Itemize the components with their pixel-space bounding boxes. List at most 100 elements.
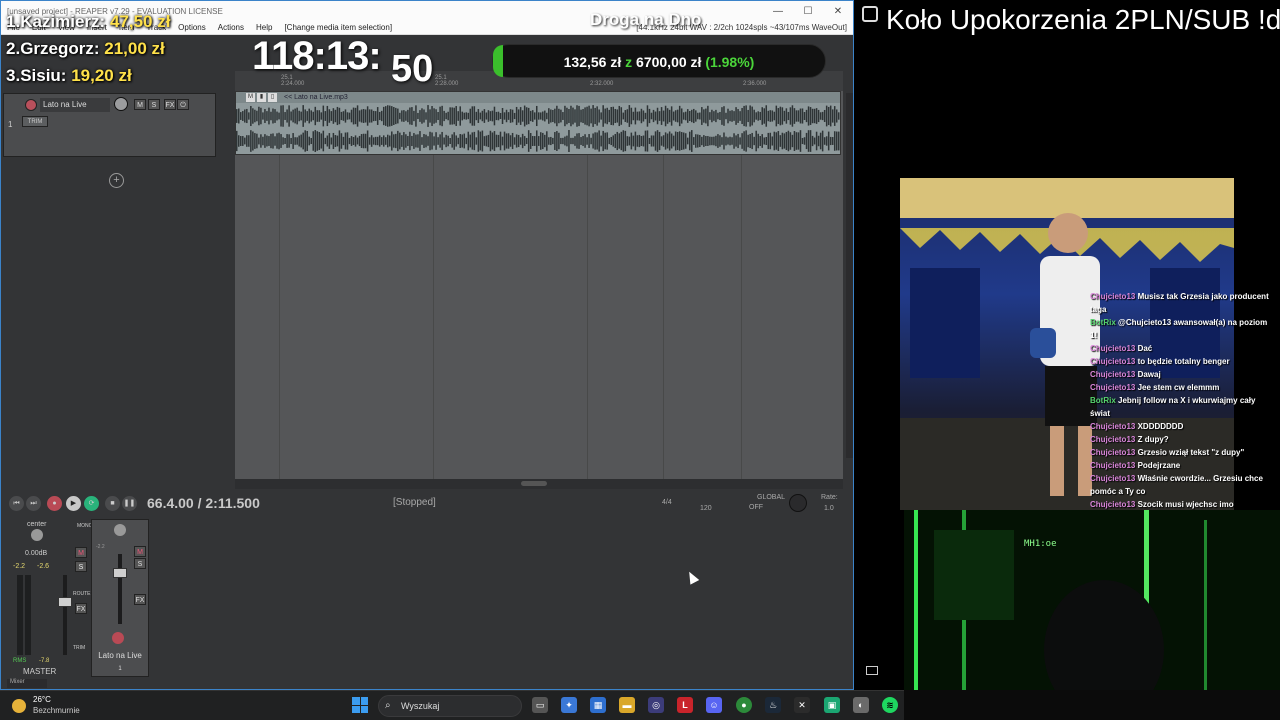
chat-username: Chujcieto13 — [1090, 344, 1136, 353]
chat-text: to będzie totalny benger — [1137, 357, 1230, 366]
spotify-icon[interactable]: ≋ — [882, 697, 898, 713]
time-signature[interactable]: 4/4 — [662, 499, 672, 506]
maximize-button[interactable]: ☐ — [793, 6, 823, 17]
time-display[interactable]: 66.4.00 / 2:11.500 — [147, 495, 260, 511]
strip-mute-button[interactable]: M — [134, 546, 146, 557]
strip-pan-knob[interactable] — [114, 524, 126, 536]
weather-moon-icon[interactable] — [12, 699, 26, 713]
chat-username: Chujcieto13 — [1090, 383, 1136, 392]
mute-button[interactable]: M — [134, 99, 146, 110]
horizontal-scrollbar[interactable] — [235, 479, 843, 489]
close-button[interactable]: ✕ — [823, 6, 853, 17]
fx-button[interactable]: FX — [164, 99, 176, 110]
record-button[interactable]: ● — [47, 496, 62, 511]
copilot-icon[interactable]: ✦ — [561, 697, 577, 713]
leaderboard-row: 3.Sisiu: 19,20 zł — [6, 66, 132, 85]
bpm-value[interactable]: 120 — [700, 505, 712, 512]
global-state[interactable]: OFF — [749, 504, 763, 511]
go-end-button[interactable]: ⏭ — [26, 496, 41, 511]
store-icon[interactable]: ▦ — [590, 697, 606, 713]
chat-username: Chujcieto13 — [1090, 357, 1136, 366]
chat-text: Podejrzane — [1137, 461, 1181, 470]
ruler-tick: 2:32.000 — [590, 81, 614, 87]
wheel-banner: Koło Upokorzenia 2PLN/SUB !dno — [886, 4, 1280, 35]
trim-label[interactable]: TRIM — [73, 645, 85, 651]
search-placeholder: Wyszukaj — [401, 701, 440, 711]
arrange-view[interactable]: 25.1 2:24.000 25.1 2:28.000 2:32.000 2:3… — [235, 71, 843, 479]
meter-right — [25, 575, 31, 655]
minimize-button[interactable]: — — [763, 6, 793, 17]
stop-button[interactable]: ■ — [105, 496, 120, 511]
master-fader[interactable] — [58, 597, 72, 607]
item-fx-icon[interactable]: ▯ — [268, 93, 277, 102]
strip-solo-button[interactable]: S — [134, 558, 146, 569]
master-mute-button[interactable]: M — [75, 547, 87, 558]
track-name-field[interactable]: Lato na Live — [40, 98, 110, 112]
scroll-thumb[interactable] — [521, 481, 547, 486]
repeat-button[interactable]: ⟳ — [84, 496, 99, 511]
master-solo-button[interactable]: S — [75, 561, 87, 572]
l-app-icon[interactable]: L — [677, 697, 693, 713]
chrome-icon[interactable]: ● — [736, 697, 752, 713]
peak-left: -2.2 — [13, 563, 26, 570]
go-start-button[interactable]: ⏮ — [9, 496, 24, 511]
chat-text: Jee stem cw elemmm — [1137, 383, 1220, 392]
transport-bar: ⏮ ⏭ ● ▶ ⟳ ■ ❚❚ 66.4.00 / 2:11.500 [Stopp… — [3, 491, 853, 517]
stream-timer-seconds: 50 — [391, 48, 434, 90]
search-icon: ⌕ — [385, 700, 391, 711]
steam-icon[interactable]: ♨ — [765, 697, 781, 713]
chat-text: @Chujcieto13 awansował(a) na poziom 1! — [1090, 318, 1268, 340]
chat-message: Chujcieto13 Dawaj — [1090, 368, 1276, 381]
add-track-icon[interactable]: + — [109, 173, 124, 188]
item-lock-icon[interactable]: ▮ — [257, 93, 266, 102]
power-icon[interactable]: ⏻ — [177, 99, 189, 110]
chat-username: Chujcieto13 — [1090, 500, 1136, 509]
ruler-tick: 2:28.000 — [435, 81, 459, 87]
solo-button[interactable]: S — [148, 99, 160, 110]
menu-options[interactable]: Options — [178, 23, 206, 32]
track-control-panel: Lato na Live M S FX ⏻ TRIM 1 + — [3, 93, 233, 479]
pause-button[interactable]: ❚❚ — [122, 496, 137, 511]
menu-help[interactable]: Help — [256, 23, 272, 32]
chat-username: Chujcieto13 — [1090, 292, 1136, 301]
menu-actions[interactable]: Actions — [218, 23, 244, 32]
route-label[interactable]: ROUTE — [73, 591, 91, 597]
task-view-icon[interactable]: ▭ — [532, 697, 548, 713]
chat-text: Z dupy? — [1137, 435, 1169, 444]
xbox-icon[interactable]: ✕ — [794, 697, 810, 713]
chrome-alt-icon[interactable]: ◐ — [853, 697, 869, 713]
rate-value[interactable]: 1.0 — [824, 505, 834, 512]
rate-knob[interactable] — [789, 494, 807, 512]
vertical-scrollbar[interactable] — [846, 93, 853, 458]
chat-username: Chujcieto13 — [1090, 370, 1136, 379]
play-button[interactable]: ▶ — [66, 496, 81, 511]
mixer-tab[interactable]: Mixer — [7, 679, 47, 688]
strip-fx-button[interactable]: FX — [134, 594, 146, 605]
global-label: GLOBAL — [757, 494, 786, 501]
volume-knob[interactable] — [114, 97, 128, 111]
master-fader-track — [63, 575, 67, 655]
strip-fader[interactable] — [113, 568, 127, 578]
explorer-icon[interactable]: ▬ — [619, 697, 635, 713]
pan-knob[interactable] — [31, 529, 43, 541]
record-arm-button[interactable] — [25, 99, 37, 111]
strip-rec-arm[interactable] — [112, 632, 124, 644]
grid-line — [663, 155, 664, 479]
weather-temp[interactable]: 26°C — [33, 695, 51, 704]
track-header[interactable]: Lato na Live M S FX ⏻ TRIM 1 — [3, 93, 216, 157]
trim-button[interactable]: TRIM — [22, 116, 48, 127]
discord-icon[interactable]: ☺ — [706, 697, 722, 713]
media-item[interactable]: M ▮ ▯ << Lato na Live.mp3 — [235, 91, 841, 155]
donation-goal-text: 132,56 zł z 6700,00 zł (1.98%) — [563, 54, 755, 70]
chat-username: BotRix — [1090, 318, 1116, 327]
item-mute-icon[interactable]: M — [246, 93, 255, 102]
windows-start-icon[interactable] — [352, 697, 368, 713]
chat-message: Chujcieto13 Jee stem cw elemmm — [1090, 381, 1276, 394]
chat-username: Chujcieto13 — [1090, 474, 1136, 483]
weather-desc[interactable]: Bezchmurnie — [33, 706, 80, 715]
taskbar-search[interactable]: ⌕ Wyszukaj — [378, 695, 522, 717]
app-icon[interactable]: ▣ — [824, 697, 840, 713]
rms-label: RMS — [13, 658, 27, 664]
master-fx-button[interactable]: FX — [75, 603, 87, 614]
obs-icon[interactable]: ◎ — [648, 697, 664, 713]
